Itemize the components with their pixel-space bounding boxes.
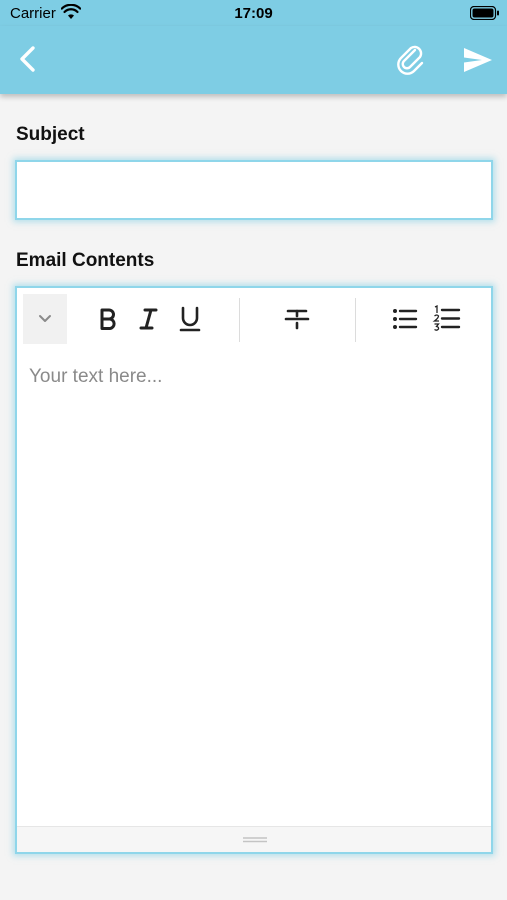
- attach-button[interactable]: [396, 44, 426, 81]
- navigation-bar: [0, 26, 507, 94]
- numbered-list-icon: [432, 304, 461, 331]
- send-icon: [464, 48, 492, 72]
- italic-button[interactable]: [133, 302, 163, 336]
- toolbar-divider: [239, 298, 240, 342]
- underline-button[interactable]: [175, 302, 205, 336]
- editor-content-area[interactable]: Your text here...: [29, 366, 479, 816]
- chevron-down-icon: [39, 315, 51, 322]
- back-button[interactable]: [16, 44, 40, 79]
- subject-label: Subject: [16, 124, 85, 145]
- italic-icon: [139, 308, 158, 330]
- editor-placeholder: Your text here...: [29, 366, 163, 387]
- bold-button[interactable]: [93, 302, 123, 336]
- status-bar: Carrier 17:09: [0, 0, 507, 26]
- editor-toolbar: [17, 288, 491, 348]
- send-button[interactable]: [463, 47, 493, 78]
- toolbar-divider: [355, 298, 356, 342]
- chevron-left-icon: [20, 46, 35, 72]
- underline-icon: [179, 306, 201, 332]
- email-contents-label: Email Contents: [16, 250, 155, 271]
- bullet-list-button[interactable]: [389, 302, 421, 336]
- strikethrough-button[interactable]: [282, 302, 312, 336]
- numbered-list-button[interactable]: [431, 302, 463, 336]
- subject-input[interactable]: [15, 160, 493, 220]
- paperclip-icon: [397, 45, 424, 75]
- rich-text-editor: Your text here...: [15, 286, 493, 854]
- strikethrough-icon: [284, 309, 310, 330]
- format-dropdown[interactable]: [23, 294, 67, 344]
- bold-icon: [100, 308, 116, 330]
- battery-icon: [469, 5, 500, 25]
- status-time: 17:09: [234, 5, 273, 22]
- editor-statusbar: [17, 826, 491, 852]
- bullet-list-icon: [393, 309, 418, 329]
- resize-handle-icon[interactable]: [243, 831, 267, 849]
